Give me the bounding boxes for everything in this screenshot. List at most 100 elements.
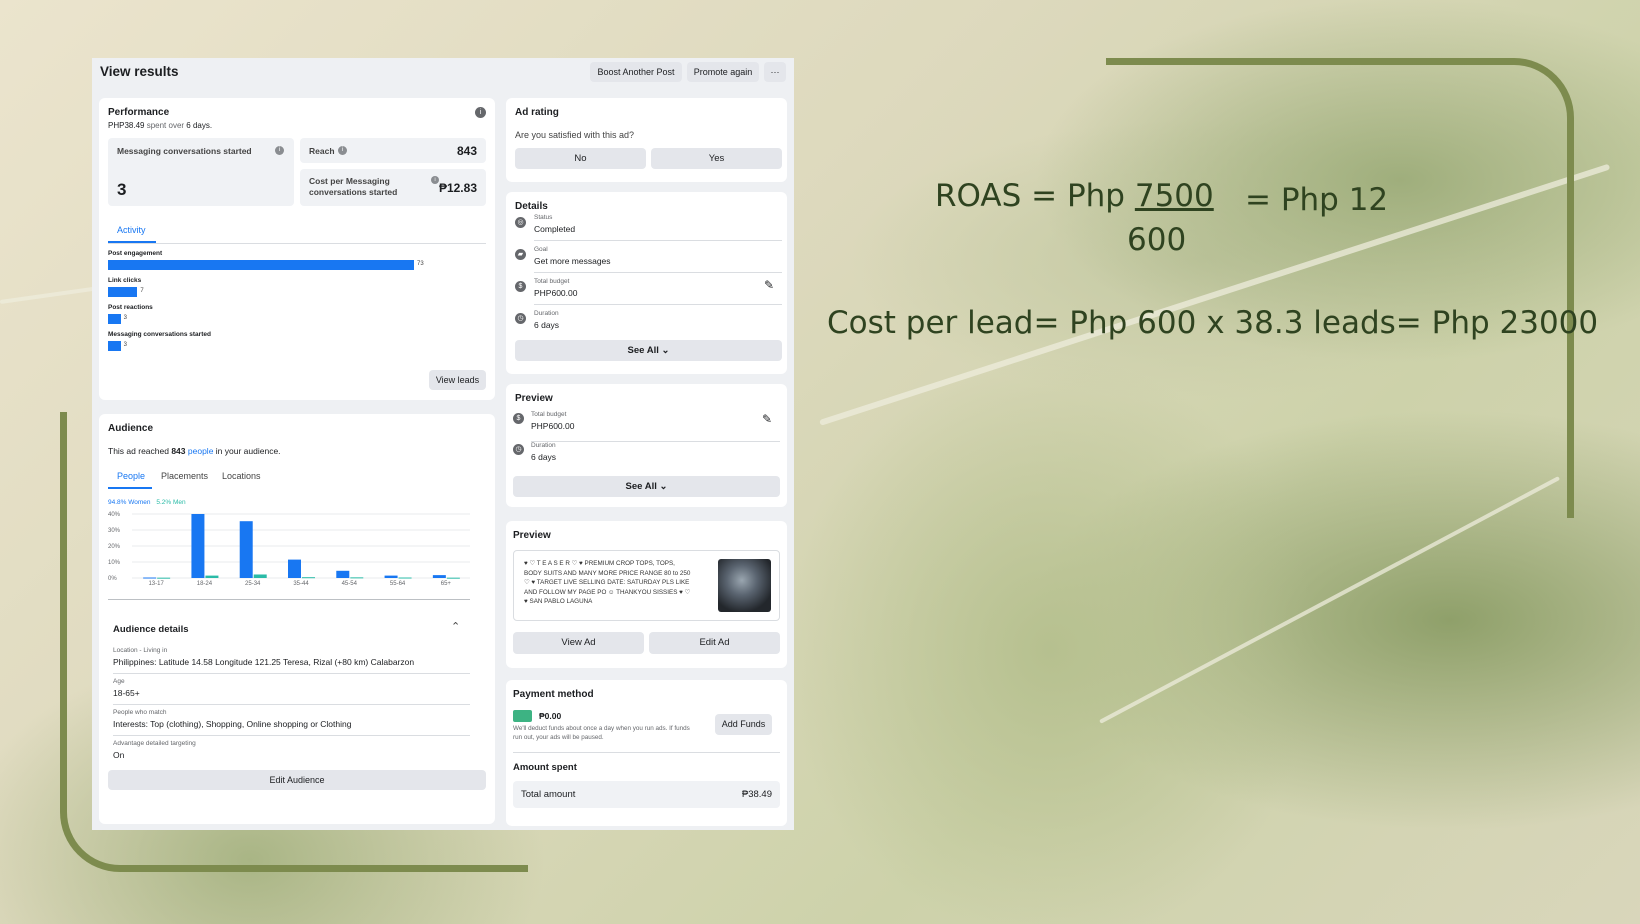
activity-label: Messaging conversations started <box>108 331 211 338</box>
activity-bar <box>108 260 414 270</box>
age-gender-chart: 40% 30% 20% 10% 0% 13-17 18-24 25-34 35-44 45-54 5… <box>108 512 470 587</box>
men-bar <box>350 577 364 579</box>
view-ad-button[interactable]: View Ad <box>513 632 644 654</box>
roas-denominator: 600 <box>1127 222 1187 258</box>
tab-divider <box>108 243 486 244</box>
clock-icon: ◷ <box>513 444 524 455</box>
roas-formula: ROAS = Php 7500 <box>935 178 1214 214</box>
ad-caption-line: BODY SUITS AND MANY MORE PRICE RANGE 80 … <box>524 569 691 577</box>
status-icon: ◎ <box>515 217 526 228</box>
men-bar <box>398 577 412 579</box>
spent-summary: PHP38.49 spent over 6 days. <box>108 121 213 130</box>
money-icon: $ <box>513 413 524 424</box>
messaging-metric-box: Messaging conversations started i 3 <box>108 138 294 206</box>
y-tick-label: 20% <box>108 544 121 550</box>
y-tick-label: 10% <box>108 560 121 566</box>
performance-card: Performance i PHP38.49 spent over 6 days… <box>99 98 495 400</box>
preview-budget-card: Preview $ Total budget PHP600.00 ✎ ◷ Dur… <box>506 384 787 507</box>
decorative-frame-top-right <box>1106 58 1574 518</box>
boost-another-post-button[interactable]: Boost Another Post <box>590 62 682 82</box>
chart-divider <box>108 599 470 600</box>
men-bar <box>205 575 219 578</box>
row-divider <box>113 704 470 705</box>
edit-audience-button[interactable]: Edit Audience <box>108 770 486 790</box>
women-bar <box>143 577 157 579</box>
details-see-all-button[interactable]: See All ⌄ <box>515 340 782 361</box>
promote-again-button[interactable]: Promote again <box>687 62 759 82</box>
ad-caption-line: ♥ SAN PABLO LAGUNA <box>524 598 593 605</box>
card-icon <box>513 710 532 722</box>
yes-button[interactable]: Yes <box>651 148 782 169</box>
audience-reach-text: This ad reached 843 people in your audie… <box>108 446 281 456</box>
ad-rating-card: Ad rating Are you satisfied with this ad… <box>506 98 787 182</box>
ad-preview-box[interactable]: ♥ ♡ T E A S E R ♡ ♥ PREMIUM CROP TOPS, T… <box>513 550 780 621</box>
men-bar <box>302 577 315 579</box>
details-row-label: Goal <box>534 246 548 253</box>
men-bar <box>253 574 267 578</box>
x-tick-label: 25-34 <box>245 581 261 587</box>
info-icon[interactable]: i <box>338 146 347 155</box>
details-row-value: PHP600.00 <box>534 288 578 298</box>
tab-people[interactable]: People <box>117 471 145 481</box>
reach-label: Reach <box>309 146 335 156</box>
people-link[interactable]: people <box>188 446 214 456</box>
edit-ad-button[interactable]: Edit Ad <box>649 632 780 654</box>
audience-detail-label: Advantage detailed targeting <box>113 740 196 747</box>
edit-budget-icon[interactable]: ✎ <box>762 412 772 426</box>
ad-caption-line: ♡ ♥ TARGET LIVE SELLING DATE: SATURDAY P… <box>524 579 690 586</box>
tab-placements[interactable]: Placements <box>161 471 208 481</box>
tab-locations[interactable]: Locations <box>222 471 261 481</box>
audience-detail-value: Philippines: Latitude 14.58 Longitude 12… <box>113 657 415 667</box>
y-tick-label: 40% <box>108 512 121 518</box>
preview-see-all-button[interactable]: See All ⌄ <box>513 476 780 497</box>
roas-prefix: ROAS = Php <box>935 178 1125 214</box>
activity-value: 3 <box>123 315 127 321</box>
view-leads-button[interactable]: View leads <box>429 370 486 390</box>
men-bar <box>157 577 171 579</box>
x-tick-label: 55-64 <box>390 581 406 587</box>
x-tick-label: 13-17 <box>148 581 164 587</box>
collapse-icon[interactable]: ⌃ <box>451 620 460 633</box>
women-legend: 94.8% Women <box>108 499 151 506</box>
row-divider <box>534 304 782 305</box>
chat-icon: ▰ <box>515 249 526 260</box>
ad-rating-question: Are you satisfied with this ad? <box>515 130 635 140</box>
audience-detail-value: Interests: Top (clothing), Shopping, Onl… <box>113 719 352 729</box>
x-tick-label: 18-24 <box>197 581 213 587</box>
women-bar <box>336 570 350 578</box>
info-icon[interactable]: i <box>475 107 486 118</box>
add-funds-button[interactable]: Add Funds <box>715 714 772 735</box>
no-button[interactable]: No <box>515 148 646 169</box>
women-bar <box>384 575 398 578</box>
ad-caption-line: ♥ ♡ T E A S E R ♡ ♥ PREMIUM CROP TOPS, T… <box>524 560 675 567</box>
audience-detail-label: Age <box>113 678 125 685</box>
tab-activity[interactable]: Activity <box>117 225 146 235</box>
total-amount-row: Total amount ₱38.49 <box>513 781 780 808</box>
preview-duration-row: ◷ Duration 6 days <box>513 442 780 470</box>
info-icon[interactable]: i <box>275 146 284 155</box>
info-icon[interactable]: i <box>431 176 439 184</box>
payment-balance: ₱0.00 <box>539 711 562 721</box>
total-amount-label: Total amount <box>521 789 576 800</box>
activity-value: 7 <box>140 288 144 294</box>
chart-legend: 94.8% Women 5.2% Men <box>108 499 186 506</box>
audience-details-title: Audience details <box>113 624 189 635</box>
row-divider <box>113 735 470 736</box>
payment-title: Payment method <box>513 689 594 700</box>
amount-spent-title: Amount spent <box>513 762 577 773</box>
reach-value: 843 <box>456 144 477 158</box>
money-icon: $ <box>515 281 526 292</box>
messaging-metric-label: Messaging conversations started <box>117 146 252 156</box>
more-options-button[interactable]: ··· <box>764 62 786 82</box>
roas-result: = Php 12 <box>1245 182 1389 218</box>
audience-detail-label: Location - Living in <box>113 647 168 654</box>
tab-people-underline <box>108 487 152 489</box>
edit-budget-icon[interactable]: ✎ <box>764 278 774 292</box>
women-bar <box>191 514 205 578</box>
activity-value: 3 <box>123 342 127 348</box>
men-legend: 5.2% Men <box>156 499 186 506</box>
ad-results-screenshot: View results Boost Another Post Promote … <box>92 58 794 830</box>
preview-budget-title: Preview <box>515 393 553 404</box>
activity-label: Link clicks <box>108 277 142 284</box>
preview-ad-title: Preview <box>513 530 551 541</box>
